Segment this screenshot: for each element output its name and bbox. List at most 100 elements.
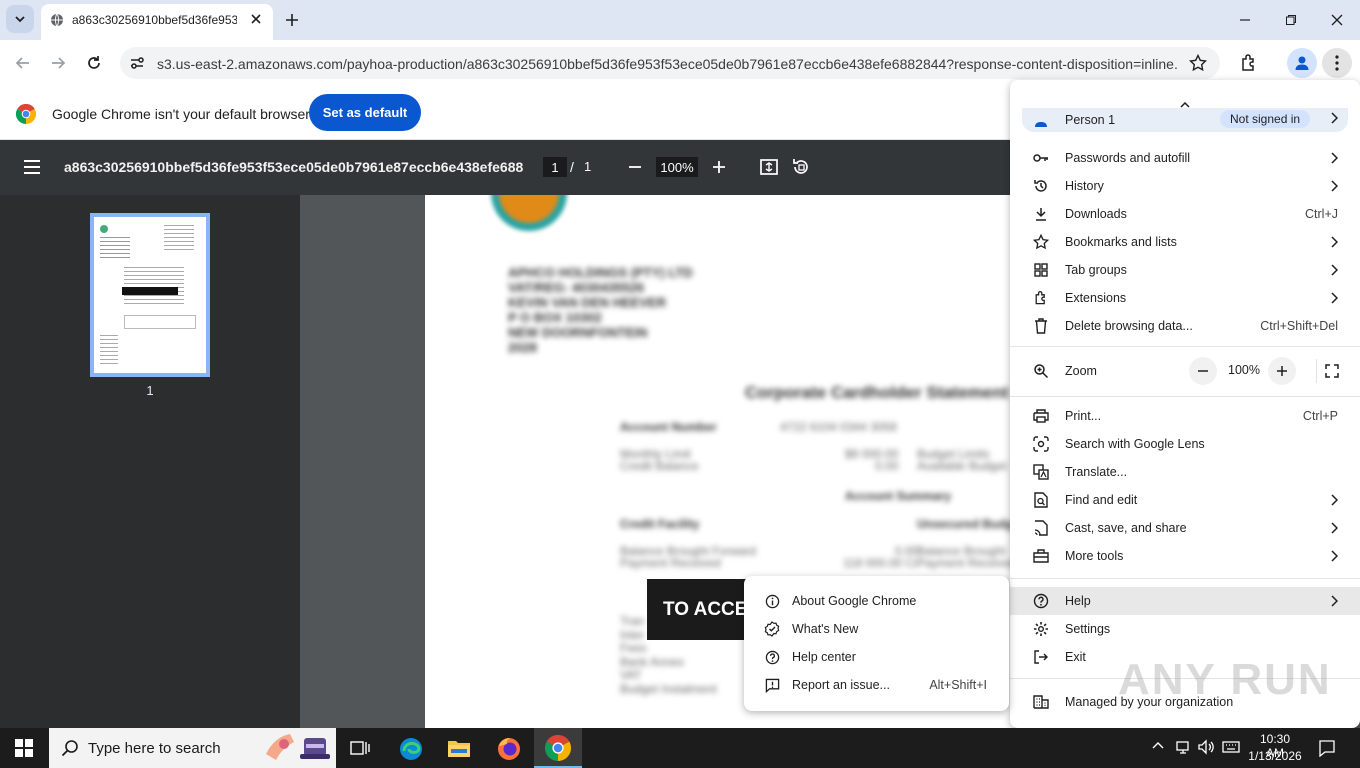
menu-separator [1010, 346, 1360, 347]
rotate-icon[interactable] [791, 157, 811, 177]
pdf-zoom-input[interactable]: 100% [656, 157, 698, 177]
menu-item-bookmarks[interactable]: Bookmarks and lists [1010, 228, 1360, 256]
submenu-item-whats-new[interactable]: What's New [744, 615, 1009, 643]
zoom-plus-button[interactable] [1268, 357, 1296, 385]
tab-search-button[interactable] [6, 5, 34, 33]
menu-item-more-tools[interactable]: More tools [1010, 542, 1360, 570]
chevron-right-icon [1330, 112, 1338, 124]
thumbnail-page-number: 1 [146, 383, 154, 398]
settings-icon [1032, 620, 1050, 638]
cast-icon [1032, 519, 1050, 537]
forward-button[interactable] [43, 48, 73, 78]
pdf-title: a863c30256910bbef5d36fe953f53ece05de0b79… [64, 159, 524, 175]
more-vertical-icon [1335, 55, 1339, 71]
menu-item-label: More tools [1065, 549, 1124, 563]
menu-item-help[interactable]: Help [1010, 587, 1360, 615]
trash-icon [1032, 317, 1050, 335]
menu-item-cast-save-share[interactable]: Cast, save, and share [1010, 514, 1360, 542]
translate-icon [1032, 463, 1050, 481]
submenu-item-about-chrome[interactable]: About Google Chrome [744, 587, 1009, 615]
zoom-minus-button[interactable] [1189, 357, 1217, 385]
menu-item-label: Zoom [1065, 364, 1097, 378]
page-thumbnail[interactable] [90, 213, 210, 377]
menu-item-extensions[interactable]: Extensions [1010, 284, 1360, 312]
submenu-item-help-center[interactable]: Help center [744, 643, 1009, 671]
thumb-logo [100, 225, 108, 233]
chrome-logo-icon [16, 104, 36, 124]
menu-item-google-lens[interactable]: Search with Google Lens [1010, 430, 1360, 458]
volume-icon[interactable] [1198, 739, 1216, 755]
zoom-out-icon[interactable] [627, 159, 643, 175]
person-icon [1295, 56, 1309, 70]
statement-heading: Corporate Cardholder Statement [745, 383, 1009, 402]
site-info-icon[interactable] [129, 55, 145, 71]
menu-item-label: Downloads [1065, 207, 1127, 221]
person-icon [1032, 112, 1050, 130]
task-view-icon[interactable] [350, 739, 370, 757]
zoom-icon [1032, 362, 1050, 380]
firefox-icon[interactable] [496, 736, 522, 762]
chrome-menu-button[interactable] [1322, 48, 1352, 78]
menu-item-translate[interactable]: Translate... [1010, 458, 1360, 486]
notification-icon[interactable] [1318, 739, 1336, 757]
profile-row[interactable]: Person 1 Not signed in [1010, 108, 1360, 134]
windows-start-icon[interactable] [15, 739, 33, 757]
file-explorer-icon[interactable] [447, 737, 471, 759]
menu-item-tab-groups[interactable]: Tab groups [1010, 256, 1360, 284]
extensions-icon[interactable] [1239, 53, 1259, 73]
zoom-in-icon[interactable] [711, 159, 727, 175]
menu-item-label: Cast, save, and share [1065, 521, 1187, 535]
chrome-main-menu: Person 1 Not signed in Passwords and aut… [1010, 80, 1360, 728]
star-icon [1032, 233, 1050, 251]
close-window-icon[interactable] [1325, 8, 1349, 32]
menu-item-label: Passwords and autofill [1065, 151, 1191, 165]
tab-groups-icon [1032, 261, 1050, 279]
chevron-right-icon [1330, 236, 1338, 248]
menu-item-delete-data[interactable]: Delete browsing data... Ctrl+Shift+Del [1010, 312, 1360, 340]
clock-date[interactable]: 1/13/2026 [1247, 749, 1303, 763]
company-logo [491, 195, 567, 231]
chevron-down-icon [15, 16, 25, 23]
reload-button[interactable] [79, 48, 109, 78]
new-tab-icon[interactable] [284, 12, 300, 28]
page-number-input[interactable]: 1 [543, 157, 567, 177]
menu-item-find-edit[interactable]: Find and edit [1010, 486, 1360, 514]
unsecured-budget: Unsecured Budg [917, 517, 1014, 531]
thumb-text-block [100, 335, 118, 365]
back-button[interactable] [8, 48, 38, 78]
submenu-item-report-issue[interactable]: Report an issue... Alt+Shift+I [744, 671, 1009, 699]
credit-facility: Credit Facility [620, 517, 700, 531]
chrome-taskbar-icon [545, 735, 571, 761]
menu-item-print[interactable]: Print... Ctrl+P [1010, 402, 1360, 430]
fullscreen-button[interactable] [1316, 359, 1346, 383]
url-text[interactable]: s3.us-east-2.amazonaws.com/payhoa-produc… [157, 56, 1177, 72]
menu-zoom-value: 100% [1228, 363, 1260, 377]
bookmark-star-icon[interactable] [1189, 54, 1207, 72]
thumb-box [124, 315, 196, 329]
arrow-left-icon [15, 57, 29, 69]
network-icon[interactable] [1175, 739, 1191, 755]
menu-icon[interactable] [22, 159, 42, 175]
menu-item-passwords[interactable]: Passwords and autofill [1010, 144, 1360, 172]
menu-item-settings[interactable]: Settings [1010, 615, 1360, 643]
menu-item-downloads[interactable]: Downloads Ctrl+J [1010, 200, 1360, 228]
lens-icon [1032, 435, 1050, 453]
menu-item-label: History [1065, 179, 1104, 193]
balance-values: 0.00 118 000.00 Cr [843, 544, 919, 570]
set-as-default-button[interactable]: Set as default [309, 94, 421, 131]
chevron-up-icon[interactable] [1152, 741, 1164, 749]
puzzle-icon [1032, 289, 1050, 307]
minimize-icon[interactable] [1233, 8, 1257, 32]
restore-icon[interactable] [1279, 8, 1303, 32]
menu-item-label: Delete browsing data... [1065, 319, 1193, 333]
fit-page-icon[interactable] [759, 157, 779, 177]
close-tab-icon[interactable] [249, 12, 263, 26]
keyboard-icon[interactable] [1222, 739, 1240, 755]
profile-button[interactable] [1287, 48, 1317, 78]
watermark: ANY RUN [1118, 655, 1332, 704]
chevron-right-icon [1330, 595, 1338, 607]
find-icon [1032, 491, 1050, 509]
menu-item-history[interactable]: History [1010, 172, 1360, 200]
menu-item-label: Search with Google Lens [1065, 437, 1205, 451]
edge-icon[interactable] [398, 736, 424, 762]
